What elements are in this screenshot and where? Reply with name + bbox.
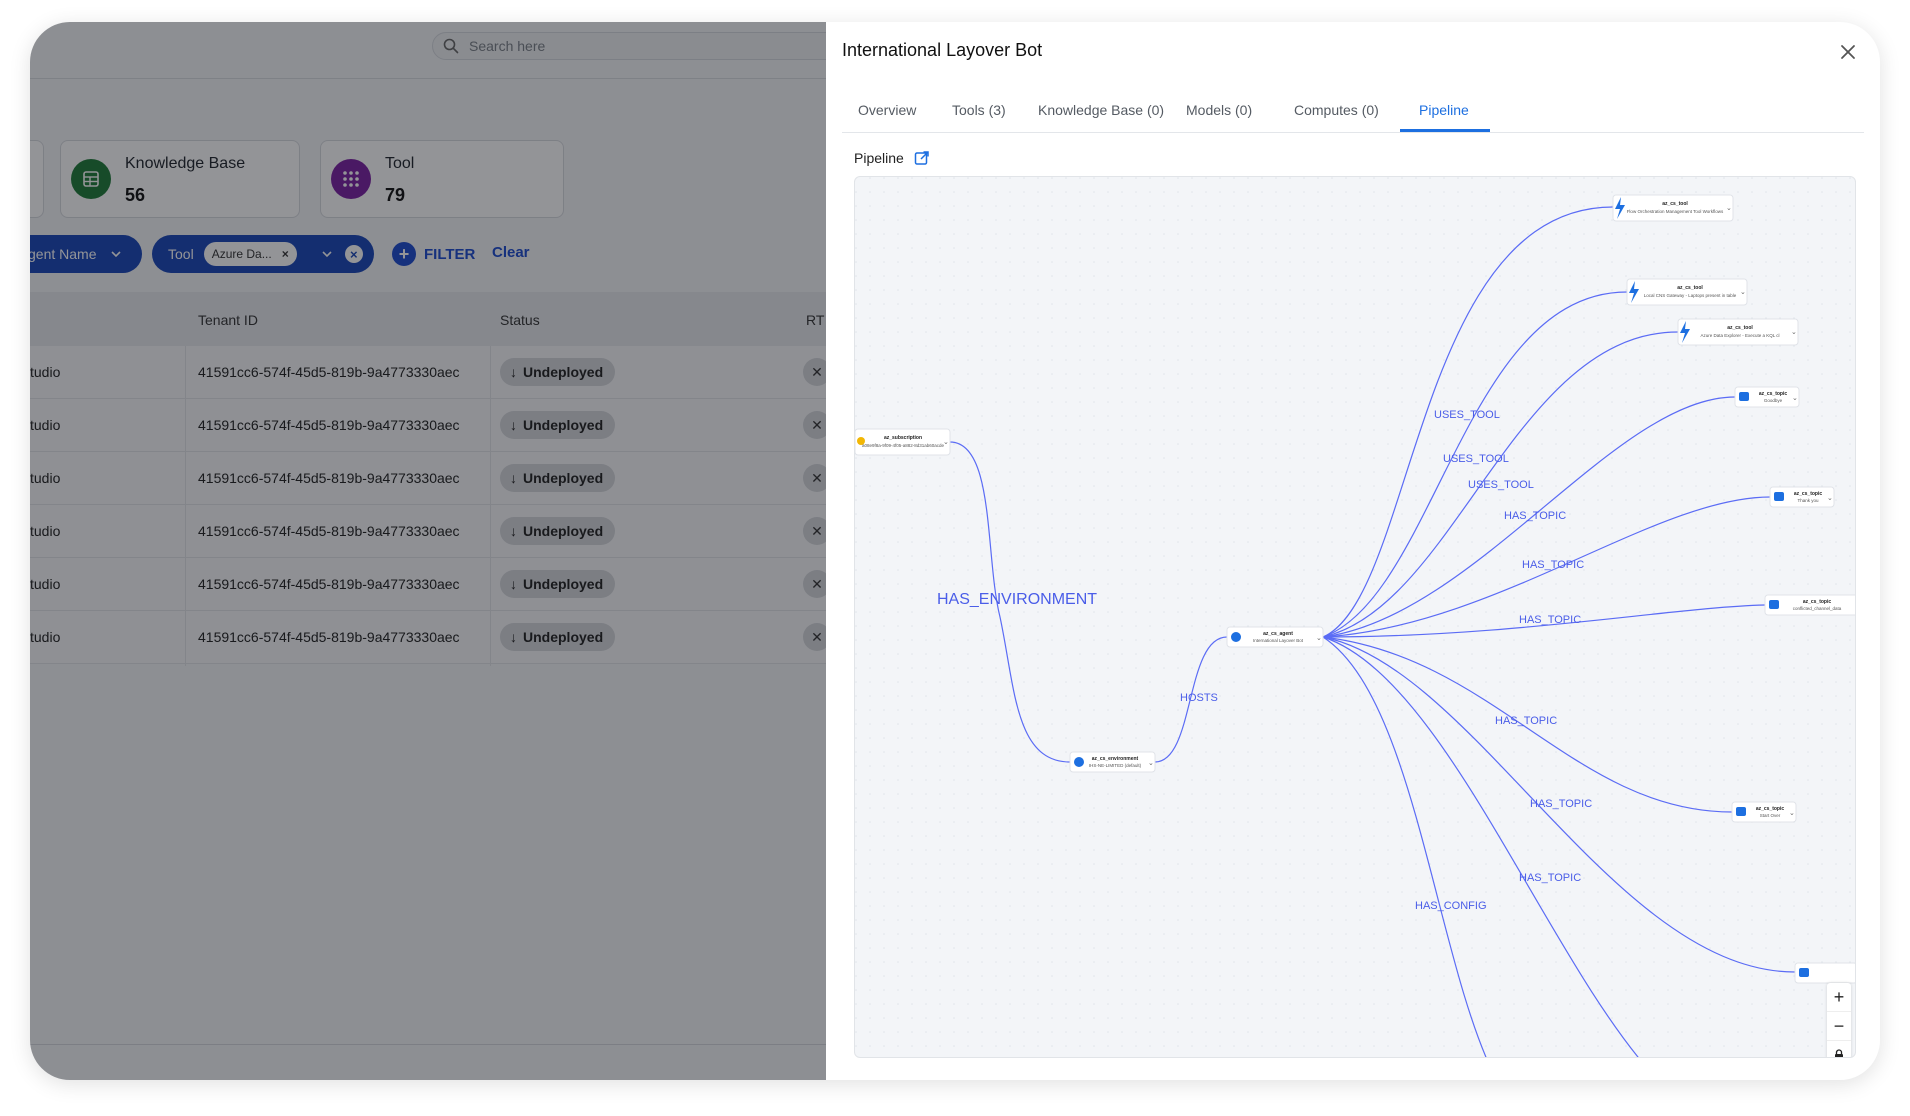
chevron-down-icon: ⌄ [943, 439, 949, 446]
tab-pipeline[interactable]: Pipeline [1419, 102, 1469, 118]
svg-text:IHS-NE-LIMITED (default): IHS-NE-LIMITED (default) [1089, 763, 1142, 768]
svg-text:az_cs_topic: az_cs_topic [1759, 391, 1788, 397]
svg-text:Thank you: Thank you [1797, 498, 1819, 503]
svg-text:Flow Orchestration Management: Flow Orchestration Management Tool Workf… [1627, 209, 1724, 214]
svg-text:az_cs_agent: az_cs_agent [1263, 631, 1293, 637]
lock-button[interactable] [1827, 1041, 1851, 1057]
chevron-down-icon: ⌄ [1316, 635, 1322, 642]
edge-label-has-config: HAS_CONFIG [1415, 900, 1487, 912]
node-tool-3[interactable]: az_cs_tool Azure Data Explorer - Execute… [1677, 318, 1799, 346]
pipeline-graph[interactable]: HAS_ENVIRONMENT HOSTS USES_TOOL USES_TOO… [855, 177, 1855, 1057]
svg-text:International Layover Bot: International Layover Bot [1253, 638, 1304, 643]
tab-knowledge-base[interactable]: Knowledge Base (0) [1038, 102, 1164, 118]
tab-computes[interactable]: Computes (0) [1294, 102, 1379, 118]
edge-label-uses-tool: USES_TOOL [1468, 479, 1534, 491]
svg-text:Start Over: Start Over [1760, 813, 1781, 818]
chevron-down-icon: ⌄ [1740, 289, 1746, 296]
svg-text:az_subscription: az_subscription [884, 435, 922, 441]
lock-icon [1835, 1049, 1843, 1057]
node-subscription[interactable]: az_subscription a08e9f8a-9f09-4f05-a882-… [855, 428, 951, 456]
edge-label-has-topic: HAS_TOPIC [1530, 798, 1592, 810]
app-window: Knowledge Base 56 Tool 79 gent Name [30, 22, 1880, 1080]
chat-icon [1739, 392, 1749, 401]
svg-text:Azure Data Explorer - Execute: Azure Data Explorer - Execute a KQL cl [1700, 333, 1779, 338]
svg-text:Goodbye: Goodbye [1764, 398, 1783, 403]
modal-backdrop[interactable] [30, 22, 826, 1080]
svg-text:az_cs_topic: az_cs_topic [1794, 491, 1823, 497]
active-tab-indicator [1400, 129, 1490, 132]
node-environment[interactable]: az_cs_environment IHS-NE-LIMITED (defaul… [1069, 751, 1156, 773]
zoom-out-button[interactable]: − [1827, 1012, 1851, 1041]
close-icon [1841, 45, 1855, 59]
chevron-down-icon: ⌄ [1726, 205, 1732, 212]
node-tool-2[interactable]: az_cs_tool Local CNS Gateway - Laptops p… [1626, 278, 1748, 306]
pipeline-label-text: Pipeline [854, 150, 904, 166]
globe-icon [1074, 757, 1084, 767]
edge-label-uses-tool: USES_TOOL [1434, 409, 1500, 421]
chat-icon [1736, 807, 1746, 816]
node-topic-3[interactable]: az_cs_topic conflicted_channel_data [1764, 594, 1855, 616]
chat-icon [1774, 492, 1784, 501]
svg-text:az_cs_tool: az_cs_tool [1727, 325, 1753, 331]
pipeline-graph-canvas[interactable]: HAS_ENVIRONMENT HOSTS USES_TOOL USES_TOO… [854, 176, 1856, 1058]
zoom-controls: + − [1827, 983, 1851, 1057]
edge-label-uses-tool: USES_TOOL [1443, 453, 1509, 465]
zoom-in-button[interactable]: + [1827, 983, 1851, 1012]
chevron-down-icon: ⌄ [1791, 329, 1797, 336]
tab-tools[interactable]: Tools (3) [952, 102, 1006, 118]
edge-label-has-topic: HAS_TOPIC [1519, 614, 1581, 626]
tab-models[interactable]: Models (0) [1186, 102, 1252, 118]
chevron-down-icon: ⌄ [1792, 395, 1798, 402]
svg-text:az_cs_tool: az_cs_tool [1662, 201, 1688, 207]
close-panel-button[interactable] [1834, 38, 1862, 66]
node-topic-1[interactable]: az_cs_topic Goodbye ⌄ [1734, 386, 1800, 408]
node-topic-partial[interactable] [1794, 962, 1855, 984]
edge-label-has-topic: HAS_TOPIC [1504, 510, 1566, 522]
node-topic-2[interactable]: az_cs_topic Thank you ⌄ [1769, 486, 1835, 508]
svg-text:az_cs_topic: az_cs_topic [1756, 806, 1785, 812]
svg-text:Local CNS Gateway - Laptops pr: Local CNS Gateway - Laptops present in t… [1644, 293, 1737, 298]
panel-tabs: Overview Tools (3) Knowledge Base (0) Mo… [842, 92, 1864, 133]
edge-label-has-topic: HAS_TOPIC [1522, 559, 1584, 571]
chevron-down-icon: ⌄ [1827, 495, 1833, 502]
pipeline-label: Pipeline [854, 150, 930, 166]
chat-icon [1769, 600, 1779, 609]
svg-text:az_cs_environment: az_cs_environment [1092, 756, 1139, 762]
svg-text:a08e9f8a-9f09-4f05-a882-8d31ab: a08e9f8a-9f09-4f05-a882-8d31ab60acde [862, 443, 945, 448]
node-topic-4[interactable]: az_cs_topic Start Over ⌄ [1731, 801, 1797, 823]
edge-label-has-environment: HAS_ENVIRONMENT [937, 591, 1097, 608]
chat-icon [1799, 968, 1809, 977]
node-tool-1[interactable]: az_cs_tool Flow Orchestration Management… [1612, 194, 1734, 222]
edge-label-has-topic: HAS_TOPIC [1519, 872, 1581, 884]
chevron-down-icon: ⌄ [1789, 810, 1795, 817]
edge-label-has-topic: HAS_TOPIC [1495, 715, 1557, 727]
chevron-down-icon: ⌄ [1148, 760, 1154, 767]
svg-text:conflicted_channel_data: conflicted_channel_data [1793, 606, 1842, 611]
agent-icon [1231, 632, 1241, 642]
node-agent[interactable]: az_cs_agent International Layover Bot ⌄ [1226, 626, 1324, 648]
svg-text:az_cs_topic: az_cs_topic [1803, 599, 1832, 605]
tab-overview[interactable]: Overview [858, 102, 916, 118]
details-panel: International Layover Bot Overview Tools… [826, 22, 1880, 1080]
panel-title: International Layover Bot [842, 40, 1043, 60]
edge-label-hosts: HOSTS [1180, 692, 1218, 704]
svg-text:az_cs_tool: az_cs_tool [1677, 285, 1703, 291]
external-link-icon[interactable] [914, 150, 930, 166]
